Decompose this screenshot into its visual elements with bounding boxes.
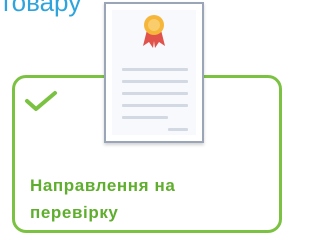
document-line (168, 128, 188, 131)
document-line (122, 80, 188, 83)
award-ribbon-icon (143, 15, 165, 48)
document-line (122, 104, 188, 107)
check-icon (25, 91, 57, 111)
document-icon (104, 2, 204, 143)
page-container: товару Направлення на перевірку (0, 0, 290, 240)
card-label-line-2: перевірку (30, 203, 119, 222)
card-label-line-1: Направлення на (30, 176, 176, 195)
card-label: Направлення на перевірку (30, 172, 265, 226)
document-line (122, 116, 168, 119)
document-line (122, 68, 188, 71)
document-line (122, 92, 188, 95)
header-partial-text: товару (0, 0, 82, 17)
